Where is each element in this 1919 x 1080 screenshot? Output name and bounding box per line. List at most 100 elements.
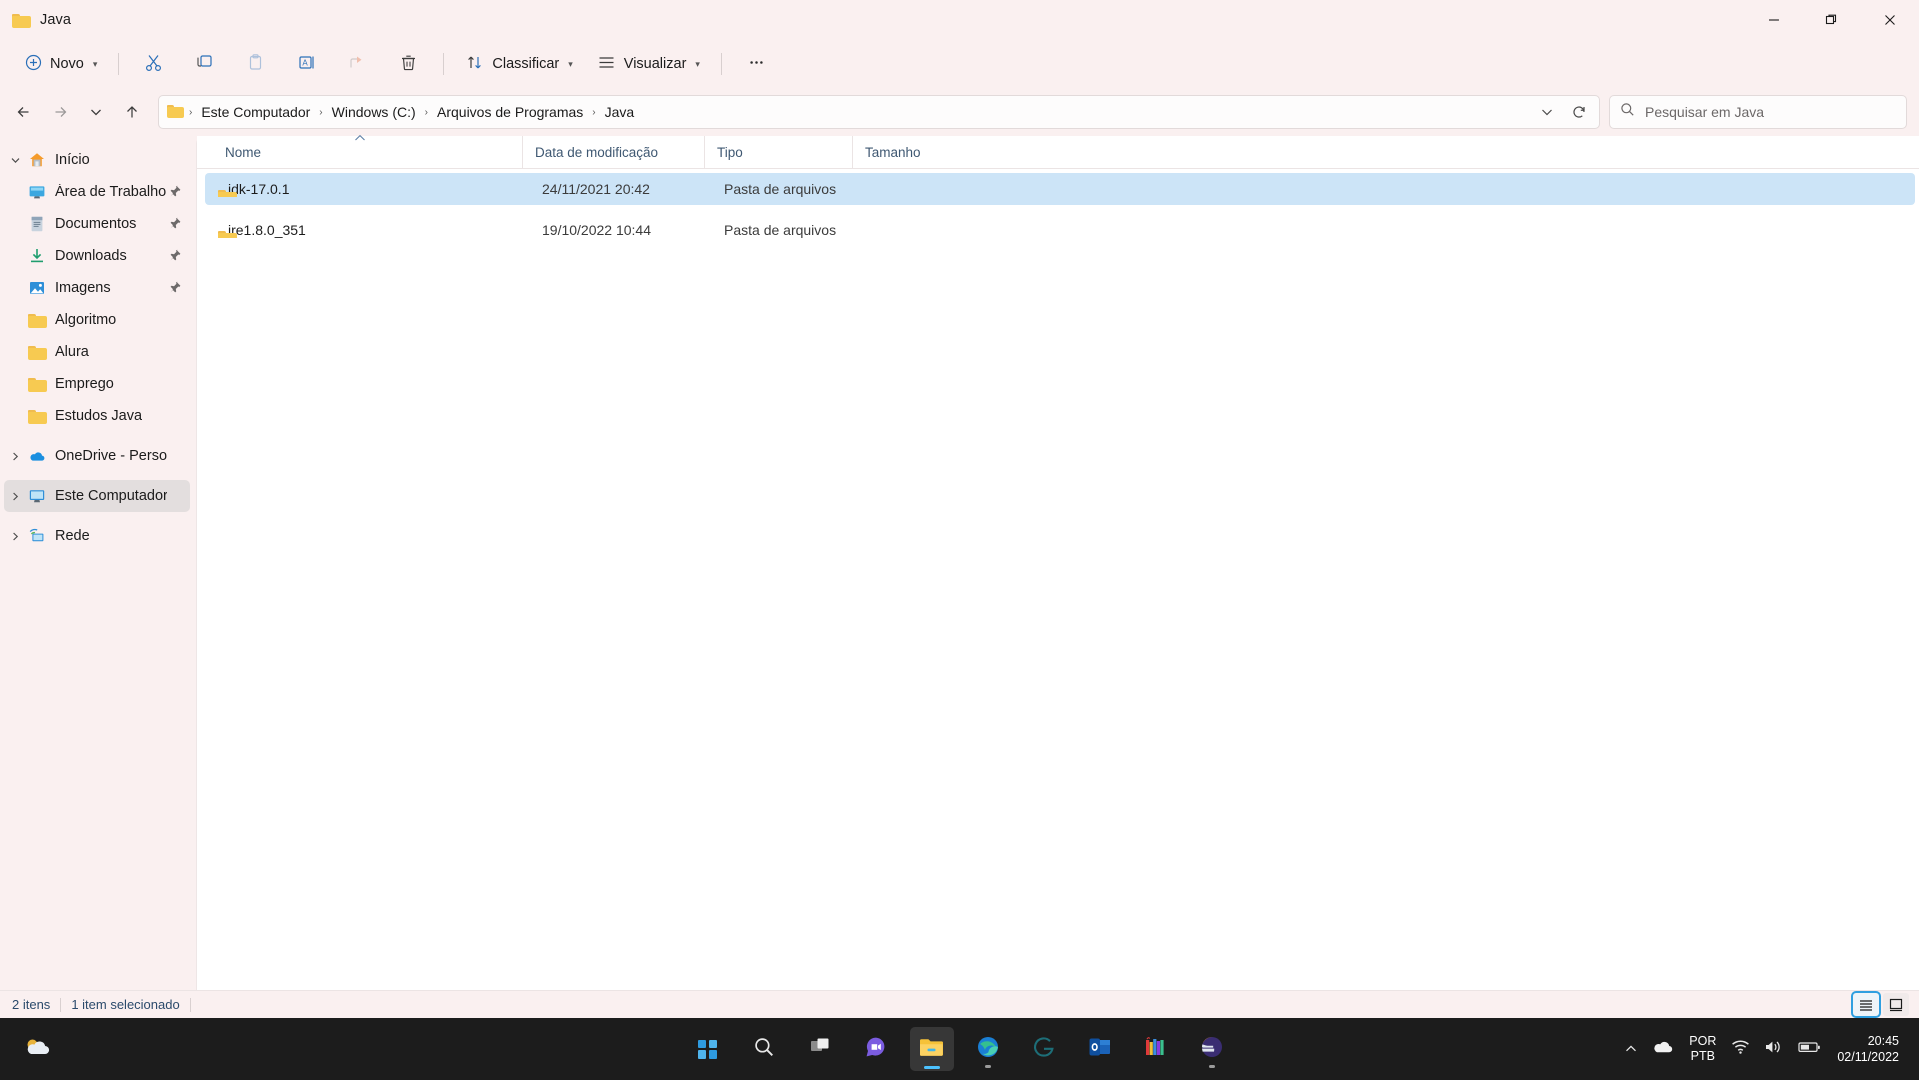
sidebar-item-onedrive-personal[interactable]: OneDrive - Personal (4, 440, 190, 472)
sidebar-item-inicio[interactable]: Início (4, 144, 190, 176)
address-history-button[interactable] (1531, 97, 1563, 127)
folder-icon (26, 313, 48, 328)
clock[interactable]: 20:45 02/11/2022 (1829, 1033, 1909, 1065)
chevron-right-icon[interactable] (4, 451, 26, 462)
up-button[interactable] (114, 94, 150, 130)
delete-button[interactable] (384, 46, 433, 82)
taskbar-search-button[interactable] (742, 1027, 786, 1071)
minimize-button[interactable] (1745, 0, 1803, 40)
pin-icon[interactable] (169, 281, 182, 298)
sort-button[interactable]: Classificar ▾ (454, 46, 583, 82)
start-button[interactable] (686, 1027, 730, 1071)
app-books-button[interactable] (1134, 1027, 1178, 1071)
sidebar-item-label: Estudos Java (55, 408, 143, 424)
wifi-button[interactable] (1724, 1026, 1757, 1072)
column-header-label: Nome (225, 144, 262, 160)
view-button[interactable]: Visualizar ▾ (586, 46, 711, 82)
table-row[interactable]: jdk-17.0.1 24/11/2021 20:42 Pasta de arq… (205, 173, 1915, 205)
edge-button[interactable] (966, 1027, 1010, 1071)
paste-button[interactable] (231, 46, 280, 82)
copy-button[interactable] (180, 46, 229, 82)
onedrive-icon (26, 447, 48, 465)
chevron-down-icon: ▾ (92, 58, 98, 69)
task-view-icon (809, 1036, 831, 1063)
column-header-tamanho[interactable]: Tamanho (852, 136, 947, 168)
file-name: jre1.8.0_351 (228, 222, 306, 238)
app-orbit-button[interactable] (1190, 1027, 1234, 1071)
weather-widget[interactable] (16, 1027, 60, 1071)
volume-button[interactable] (1757, 1026, 1791, 1072)
title-bar-left: Java (0, 12, 71, 28)
sidebar-item-label: Início (55, 152, 90, 168)
view-toggle-group (1851, 991, 1913, 1018)
language-indicator[interactable]: POR PTB (1681, 1034, 1724, 1064)
refresh-button[interactable] (1563, 97, 1595, 127)
task-view-button[interactable] (798, 1027, 842, 1071)
address-bar[interactable]: › Este Computador › Windows (C:) › Arqui… (158, 95, 1600, 129)
clock-date: 02/11/2022 (1837, 1050, 1899, 1064)
chat-button[interactable] (854, 1027, 898, 1071)
battery-icon (1798, 1040, 1822, 1059)
svg-text:A: A (303, 58, 309, 67)
restore-button[interactable] (1803, 0, 1861, 40)
search-input[interactable] (1645, 104, 1896, 120)
large-icons-view-icon[interactable] (1883, 993, 1909, 1016)
column-header-label: Data de modificação (535, 144, 659, 160)
cut-button[interactable] (129, 46, 178, 82)
sidebar-item-estudos-java[interactable]: Estudos Java (4, 400, 190, 432)
sidebar-item-label: Alura (55, 344, 89, 360)
breadcrumb-item-windows-c[interactable]: Windows (C:) (326, 101, 422, 123)
sidebar-item-documentos[interactable]: Documentos (4, 208, 190, 240)
sidebar-item-algoritmo[interactable]: Algoritmo (4, 304, 190, 336)
rename-button[interactable]: A (282, 46, 331, 82)
pin-icon[interactable] (169, 185, 182, 202)
file-name-cell: jdk-17.0.1 (205, 181, 530, 197)
column-header-nome[interactable]: Nome (197, 134, 522, 168)
sidebar-item-rede[interactable]: Rede (4, 520, 190, 552)
running-indicator (1208, 1065, 1215, 1068)
forward-button[interactable] (42, 94, 78, 130)
file-explorer-button[interactable] (909, 1027, 954, 1071)
s-logo-icon (1032, 1035, 1056, 1064)
breadcrumb-item-java[interactable]: Java (599, 101, 641, 123)
sidebar-group-spacer (0, 432, 196, 440)
column-header-tipo[interactable]: Tipo (704, 136, 852, 168)
sidebar-item-downloads[interactable]: Downloads (4, 240, 190, 272)
breadcrumb-item-este-computador[interactable]: Este Computador (195, 101, 316, 123)
see-more-button[interactable] (732, 46, 781, 82)
share-button[interactable] (333, 46, 382, 82)
search-box[interactable] (1609, 95, 1907, 129)
sidebar-item-label: Imagens (55, 280, 111, 296)
breadcrumb-item-arquivos-de-programas[interactable]: Arquivos de Programas (431, 101, 589, 123)
sidebar-item-alura[interactable]: Alura (4, 336, 190, 368)
chevron-right-icon[interactable] (4, 531, 26, 542)
sidebar-group-spacer-2 (0, 472, 196, 480)
sidebar-item-area-de-trabalho[interactable]: Área de Trabalho (4, 176, 190, 208)
pin-icon[interactable] (169, 249, 182, 266)
pin-icon[interactable] (169, 217, 182, 234)
network-icon (26, 527, 48, 545)
sidebar-item-label: Este Computador (55, 488, 167, 504)
app-s-button[interactable] (1022, 1027, 1066, 1071)
sidebar-item-emprego[interactable]: Emprego (4, 368, 190, 400)
battery-button[interactable] (1791, 1026, 1829, 1072)
tray-overflow-button[interactable] (1617, 1026, 1645, 1072)
details-view-icon[interactable] (1851, 991, 1881, 1018)
table-row[interactable]: jre1.8.0_351 19/10/2022 10:44 Pasta de a… (205, 214, 1915, 246)
recent-locations-button[interactable] (78, 94, 114, 130)
wifi-icon (1731, 1039, 1750, 1060)
close-button[interactable] (1861, 0, 1919, 40)
sidebar-item-este-computador[interactable]: Este Computador (4, 480, 190, 512)
sidebar-item-imagens[interactable]: Imagens (4, 272, 190, 304)
file-type-cell: Pasta de arquivos (724, 222, 837, 238)
documents-icon (26, 215, 48, 233)
column-header-data-de-modificacao[interactable]: Data de modificação (522, 136, 704, 168)
sidebar-item-label: Rede (55, 528, 90, 544)
outlook-button[interactable] (1078, 1027, 1122, 1071)
new-button[interactable]: Novo ▾ (14, 46, 108, 82)
tray-onedrive-button[interactable] (1645, 1026, 1681, 1072)
chevron-down-icon[interactable] (4, 155, 26, 166)
back-button[interactable] (6, 94, 42, 130)
folder-icon (167, 105, 184, 119)
chevron-right-icon[interactable] (4, 491, 26, 502)
